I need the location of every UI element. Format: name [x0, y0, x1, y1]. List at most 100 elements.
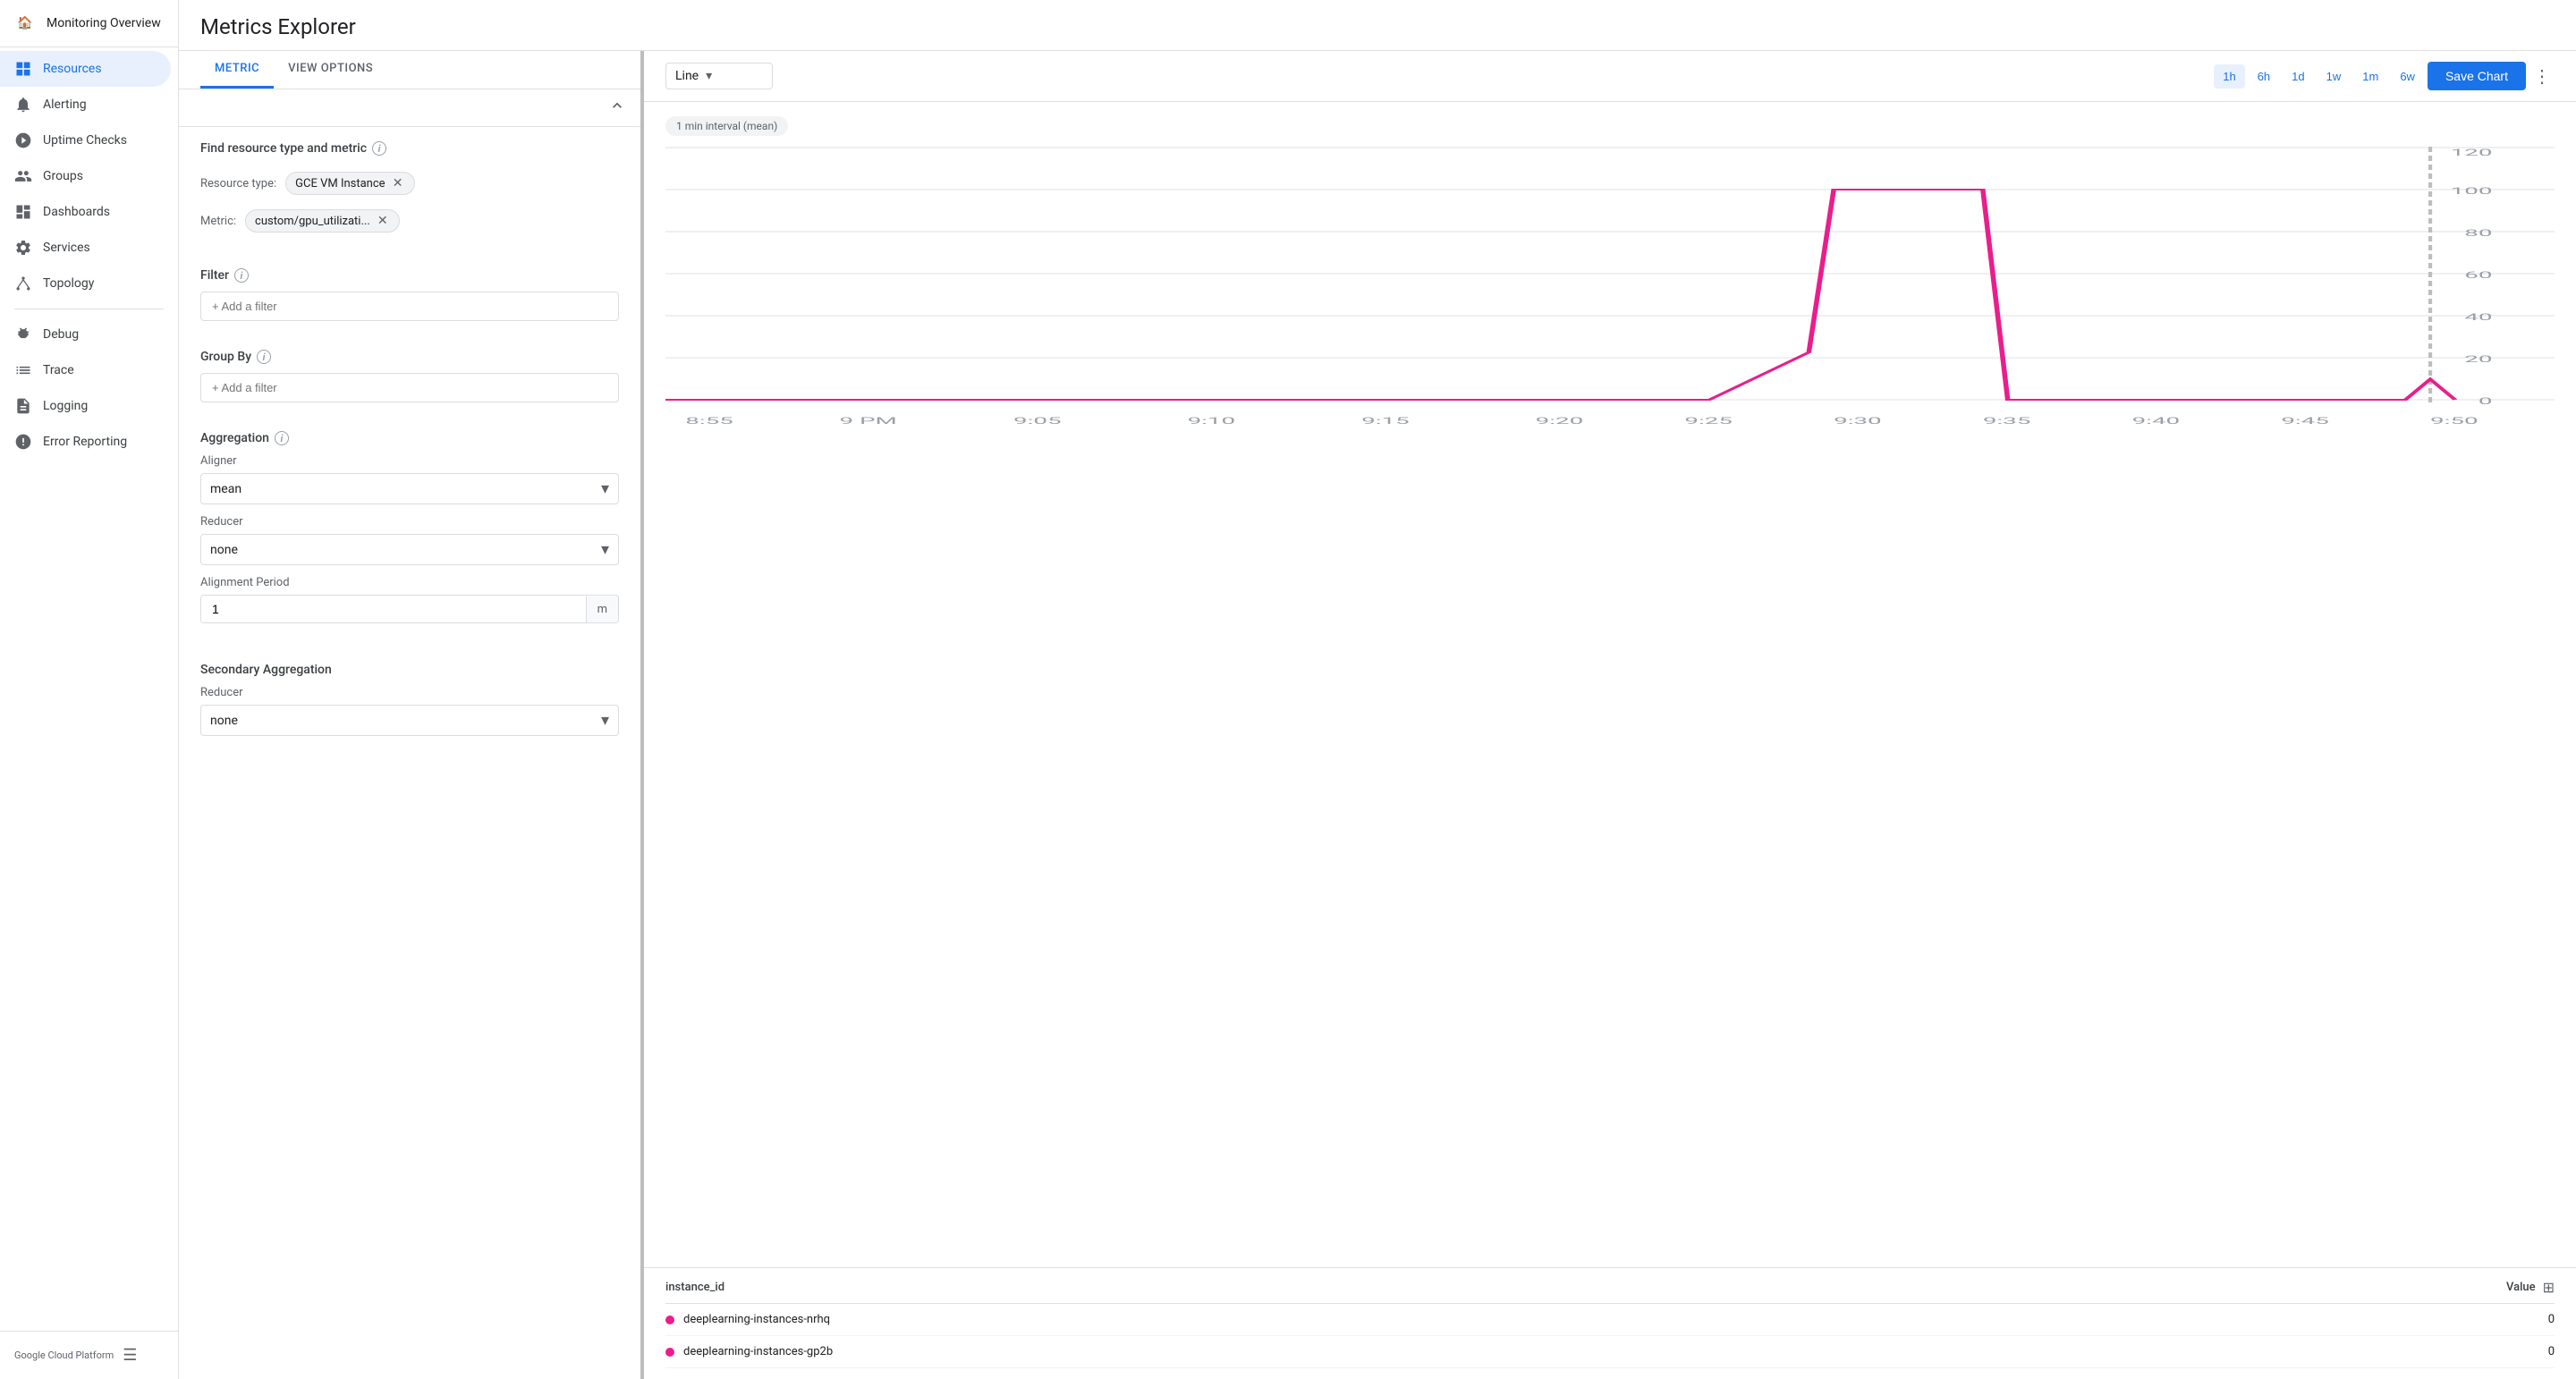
resource-type-row: Resource type: GCE VM Instance ✕ [200, 165, 619, 202]
sidebar-item-trace[interactable]: Trace [0, 352, 171, 388]
home-icon: 🏠 [14, 13, 36, 34]
sidebar-header[interactable]: 🏠 Monitoring Overview [0, 0, 178, 47]
sidebar-item-label: Dashboards [43, 205, 110, 219]
aggregation-help-icon[interactable]: i [275, 431, 289, 445]
sidebar-item-uptime[interactable]: Uptime Checks [0, 123, 171, 158]
sidebar-item-groups[interactable]: Groups [0, 158, 171, 194]
sidebar-footer-icon: ☰ [123, 1346, 137, 1365]
aligner-select[interactable]: mean ▾ [200, 473, 619, 504]
filter-input[interactable] [200, 292, 619, 321]
filter-label: Filter i [200, 268, 619, 283]
find-resource-help-icon[interactable]: i [372, 141, 386, 156]
main-content: Metrics Explorer METRIC VIEW OPTIONS Fin… [179, 0, 2576, 1379]
sidebar-top-label: Monitoring Overview [47, 16, 161, 30]
group-by-help-icon[interactable]: i [257, 350, 271, 364]
legend-value-0: 0 [2548, 1313, 2555, 1326]
metric-section: Find resource type and metric i Resource… [179, 127, 640, 254]
sidebar-item-alerting[interactable]: Alerting [0, 87, 171, 123]
sidebar-item-topology[interactable]: Topology [0, 266, 171, 301]
tab-view-options[interactable]: VIEW OPTIONS [274, 51, 387, 89]
alignment-period-unit: m [586, 596, 618, 622]
legend-header: instance_id Value ⊞ [665, 1279, 2555, 1304]
time-btn-1m[interactable]: 1m [2353, 64, 2387, 89]
alignment-period-input[interactable] [201, 596, 586, 622]
sidebar-item-dashboards[interactable]: Dashboards [0, 194, 171, 230]
svg-text:9:45: 9:45 [2281, 416, 2329, 426]
left-panel: METRIC VIEW OPTIONS Find resource type a… [179, 51, 644, 1379]
debug-icon [14, 326, 32, 343]
legend-table: instance_id Value ⊞ deeplearning-instanc… [644, 1267, 2576, 1379]
svg-text:8:55: 8:55 [685, 416, 733, 426]
topology-icon [14, 275, 32, 292]
legend-dot-1 [665, 1348, 674, 1357]
uptime-icon [14, 131, 32, 149]
chart-area: 1 min interval (mean) 0 20 [644, 102, 2576, 1267]
legend-value-col: Value [2506, 1281, 2536, 1294]
metric-label: Metric: [200, 215, 236, 228]
chart-type-chevron-icon: ▾ [706, 69, 712, 83]
reducer-select[interactable]: none ▾ [200, 534, 619, 565]
legend-row-0: deeplearning-instances-nrhq 0 [665, 1304, 2555, 1336]
sidebar-item-logging[interactable]: Logging [0, 388, 171, 424]
aligner-chevron-icon: ▾ [601, 479, 609, 498]
sidebar: 🏠 Monitoring Overview Resources Alerting… [0, 0, 179, 1379]
legend-name-1: deeplearning-instances-gp2b [683, 1345, 2539, 1358]
more-options-icon[interactable]: ⋮ [2529, 62, 2555, 90]
collapse-button[interactable] [608, 97, 626, 119]
svg-text:9:05: 9:05 [1013, 416, 1062, 426]
trace-icon [14, 361, 32, 379]
secondary-reducer-select[interactable]: none ▾ [200, 705, 619, 736]
svg-text:20: 20 [2464, 354, 2492, 364]
sidebar-item-label: Trace [43, 363, 74, 377]
chart-type-select[interactable]: Line ▾ [665, 63, 773, 89]
time-btn-1h[interactable]: 1h [2214, 64, 2244, 89]
time-btn-6w[interactable]: 6w [2391, 64, 2424, 89]
svg-text:40: 40 [2464, 312, 2492, 322]
svg-text:9:30: 9:30 [1834, 416, 1882, 426]
sidebar-item-resources[interactable]: Resources [0, 51, 171, 87]
dashboards-icon [14, 203, 32, 221]
metric-close[interactable]: ✕ [376, 214, 390, 228]
secondary-reducer-label: Reducer [200, 686, 619, 699]
aligner-label: Aligner [200, 454, 619, 468]
logging-icon [14, 397, 32, 415]
interval-badge: 1 min interval (mean) [665, 116, 788, 136]
secondary-aggregation-section: Secondary Aggregation Reducer none ▾ [179, 648, 640, 750]
legend-name-0: deeplearning-instances-nrhq [683, 1313, 2539, 1326]
resource-type-chip[interactable]: GCE VM Instance ✕ [285, 172, 414, 195]
svg-text:9:25: 9:25 [1684, 416, 1733, 426]
sidebar-item-label: Logging [43, 399, 88, 413]
time-btn-1w[interactable]: 1w [2318, 64, 2351, 89]
sidebar-item-label: Debug [43, 327, 79, 342]
chart-svg-container: 0 20 40 60 80 100 120 8:55 9 PM 9:05 9:1… [665, 147, 2555, 451]
legend-columns-icon[interactable]: ⊞ [2543, 1279, 2555, 1296]
chart-svg: 0 20 40 60 80 100 120 8:55 9 PM 9:05 9:1… [665, 147, 2555, 451]
svg-text:9:20: 9:20 [1536, 416, 1584, 426]
metric-chip[interactable]: custom/gpu_utilizati... ✕ [245, 209, 400, 233]
error-reporting-icon [14, 433, 32, 451]
alerting-icon [14, 96, 32, 114]
group-by-label: Group By i [200, 350, 619, 364]
alignment-period-row: m [200, 595, 619, 623]
time-range-group: 1h 6h 1d 1w 1m 6w Save Chart ⋮ [2214, 62, 2555, 90]
secondary-reducer-chevron-icon: ▾ [601, 711, 609, 730]
filter-help-icon[interactable]: i [234, 268, 249, 283]
sidebar-footer: Google Cloud Platform ☰ [0, 1331, 178, 1379]
time-btn-1d[interactable]: 1d [2283, 64, 2313, 89]
save-chart-button[interactable]: Save Chart [2428, 62, 2526, 90]
sidebar-item-label: Uptime Checks [43, 133, 127, 148]
find-resource-label: Find resource type and metric i [200, 141, 619, 156]
gcp-logo-text: Google Cloud Platform [14, 1349, 114, 1361]
tab-metric[interactable]: METRIC [200, 51, 274, 89]
sidebar-item-error-reporting[interactable]: Error Reporting [0, 424, 171, 460]
sidebar-item-services[interactable]: Services [0, 230, 171, 266]
sidebar-item-debug[interactable]: Debug [0, 317, 171, 352]
resources-icon [14, 60, 32, 78]
metric-row: Metric: custom/gpu_utilizati... ✕ [200, 202, 619, 240]
aggregation-label: Aggregation i [200, 431, 619, 445]
group-by-input[interactable] [200, 373, 619, 402]
resource-type-close[interactable]: ✕ [391, 176, 405, 190]
time-btn-6h[interactable]: 6h [2249, 64, 2279, 89]
sidebar-item-label: Topology [43, 276, 94, 291]
svg-text:9:15: 9:15 [1361, 416, 1410, 426]
